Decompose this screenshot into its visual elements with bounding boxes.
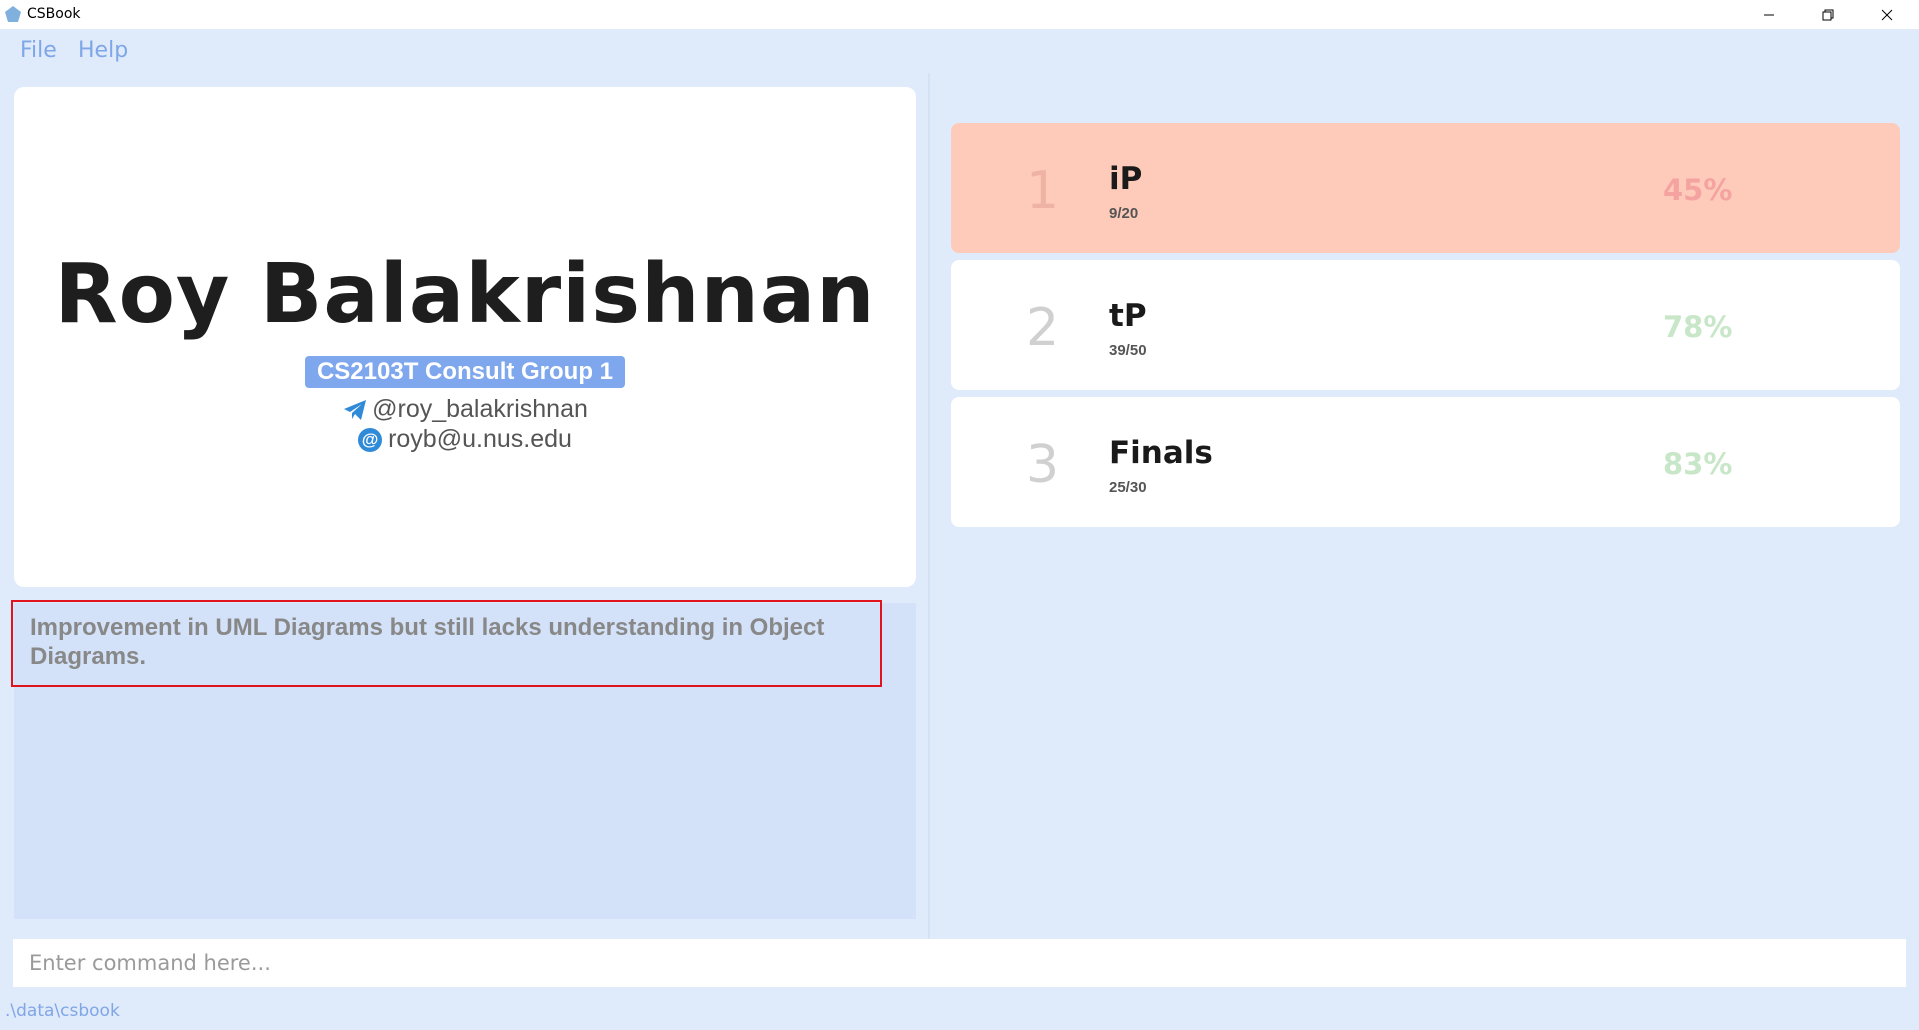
restore-icon xyxy=(1822,9,1834,20)
grade-score: 9/20 xyxy=(1109,205,1139,222)
telegram-row: @roy_balakrishnan xyxy=(14,395,916,424)
grade-card-finals[interactable]: 3 Finals 25/30 83% xyxy=(951,397,1900,527)
close-button[interactable] xyxy=(1858,0,1916,29)
menu-file[interactable]: File xyxy=(20,38,57,63)
close-icon xyxy=(1881,9,1893,20)
restore-button[interactable] xyxy=(1799,0,1857,29)
grade-name: iP xyxy=(1109,161,1143,197)
remark-text: Improvement in UML Diagrams but still la… xyxy=(30,614,825,670)
window-titlebar: CSBook xyxy=(0,0,1919,29)
grade-score: 39/50 xyxy=(1109,342,1147,359)
email-address: royb@u.nus.edu xyxy=(388,425,572,453)
group-badge: CS2103T Consult Group 1 xyxy=(305,356,625,388)
menu-bar: File Help xyxy=(0,29,1919,73)
grade-card-tp[interactable]: 2 tP 39/50 78% xyxy=(951,260,1900,390)
remark-panel: Improvement in UML Diagrams but still la… xyxy=(11,600,916,919)
window-title: CSBook xyxy=(27,6,81,22)
grade-index: 2 xyxy=(1026,298,1060,358)
minimize-button[interactable] xyxy=(1740,0,1798,29)
app-body: File Help Roy Balakrishnan CS2103T Consu… xyxy=(0,29,1919,1030)
minimize-icon xyxy=(1764,14,1774,15)
menu-help[interactable]: Help xyxy=(78,38,128,63)
grade-name: Finals xyxy=(1109,435,1213,471)
profile-card: Roy Balakrishnan CS2103T Consult Group 1… xyxy=(14,87,916,587)
telegram-icon xyxy=(344,399,367,420)
grade-name: tP xyxy=(1109,298,1147,334)
grade-card-ip[interactable]: 1 iP 9/20 45% xyxy=(951,123,1900,253)
grade-score: 25/30 xyxy=(1109,479,1147,496)
email-row: @ royb@u.nus.edu xyxy=(14,425,916,454)
status-bar-path: .\data\csbook xyxy=(5,1001,120,1021)
app-logo-icon xyxy=(5,6,21,22)
student-name: Roy Balakrishnan xyxy=(54,247,876,342)
student-detail-pane: Roy Balakrishnan CS2103T Consult Group 1… xyxy=(0,73,928,953)
grade-percent: 83% xyxy=(1663,447,1733,481)
email-icon: @ xyxy=(358,427,383,452)
grade-percent: 78% xyxy=(1663,310,1733,344)
telegram-handle: @roy_balakrishnan xyxy=(372,395,588,423)
grade-index: 3 xyxy=(1026,435,1060,495)
command-input[interactable] xyxy=(13,939,1906,987)
grade-percent: 45% xyxy=(1663,173,1733,207)
grades-pane: 1 iP 9/20 45% 2 tP 39/50 78% 3 Finals 25… xyxy=(930,73,1919,953)
grade-index: 1 xyxy=(1026,161,1060,221)
